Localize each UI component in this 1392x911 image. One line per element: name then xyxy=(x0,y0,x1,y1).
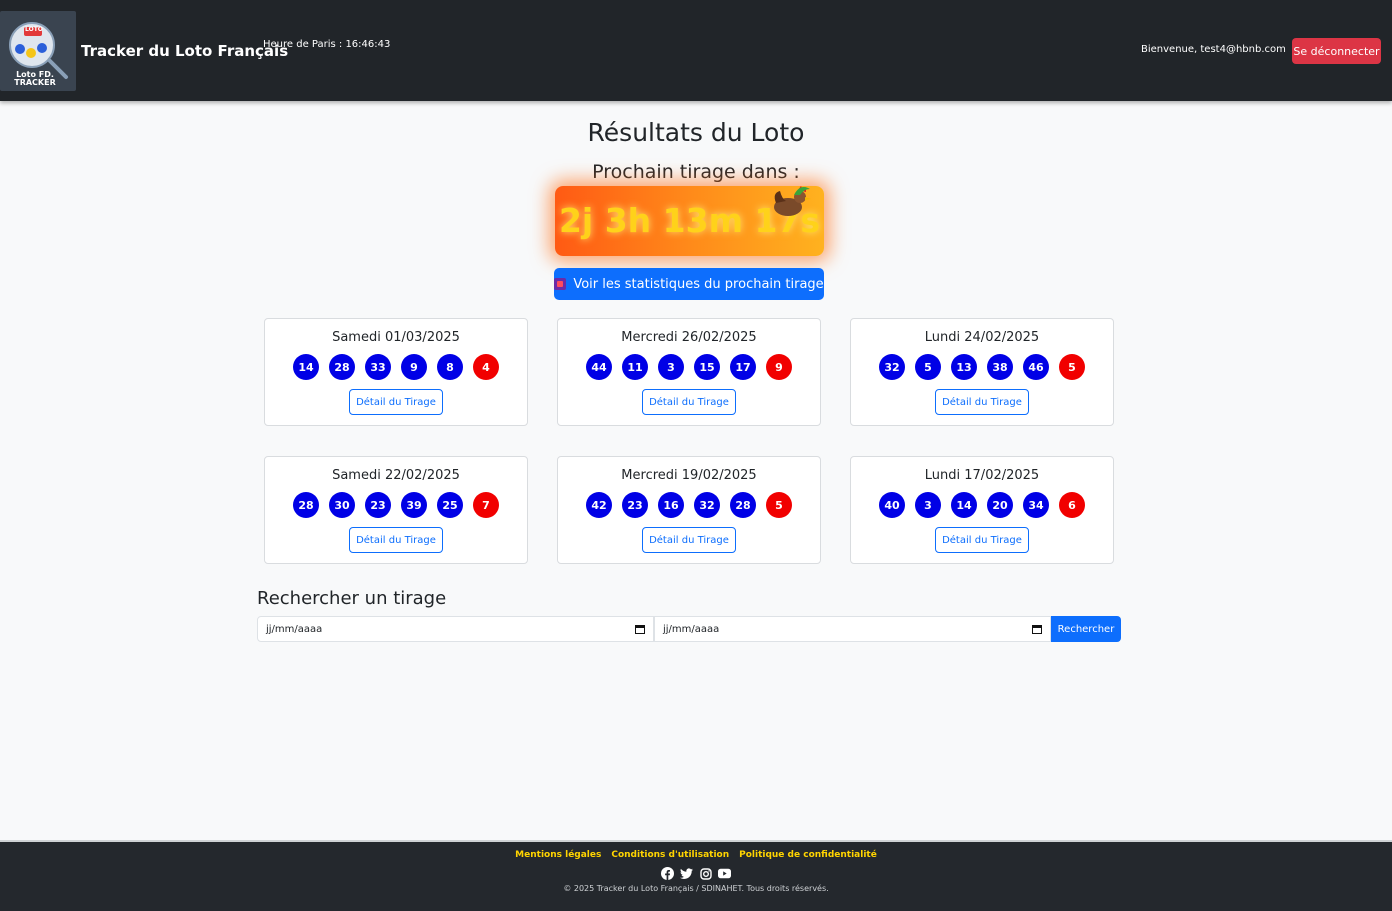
number-ball: 3 xyxy=(915,492,941,518)
number-ball: 28 xyxy=(329,354,355,380)
number-ball: 30 xyxy=(329,492,355,518)
calendar-icon[interactable] xyxy=(635,624,645,634)
footer-links: Mentions légales Conditions d'utilisatio… xyxy=(0,850,1392,860)
end-date-input[interactable]: jj/mm/aaaa xyxy=(654,616,1051,642)
number-ball: 39 xyxy=(401,492,427,518)
logo-text: LOTO xyxy=(25,26,43,33)
paris-clock: Heure de Paris : 16:46:43 xyxy=(263,39,391,50)
chance-ball: 5 xyxy=(1059,354,1085,380)
chance-ball: 5 xyxy=(766,492,792,518)
draw-detail-button[interactable]: Détail du Tirage xyxy=(642,527,736,553)
number-ball: 34 xyxy=(1023,492,1049,518)
draw-balls: 28 30 23 39 25 7 xyxy=(265,492,527,518)
number-ball: 44 xyxy=(586,354,612,380)
rooster-icon xyxy=(774,186,811,216)
number-ball: 14 xyxy=(951,492,977,518)
draw-card: Lundi 17/02/2025 40 3 14 20 34 6 Détail … xyxy=(850,456,1114,564)
end-date-placeholder: jj/mm/aaaa xyxy=(663,623,720,635)
draw-detail-button[interactable]: Détail du Tirage xyxy=(642,389,736,415)
number-ball: 5 xyxy=(915,354,941,380)
number-ball: 40 xyxy=(879,492,905,518)
draw-date: Mercredi 26/02/2025 xyxy=(621,330,757,345)
draw-detail-button[interactable]: Détail du Tirage xyxy=(935,389,1029,415)
number-ball: 46 xyxy=(1023,354,1049,380)
countdown-heading: Prochain tirage dans : xyxy=(592,161,800,183)
number-ball: 28 xyxy=(730,492,756,518)
number-ball: 15 xyxy=(694,354,720,380)
draw-balls: 44 11 3 15 17 9 xyxy=(558,354,820,380)
instagram-icon[interactable] xyxy=(699,867,712,880)
number-ball: 16 xyxy=(658,492,684,518)
privacy-link[interactable]: Politique de confidentialité xyxy=(739,850,877,860)
logo-subtext: Loto FD. TRACKER xyxy=(14,70,56,87)
youtube-icon[interactable] xyxy=(718,867,731,880)
draw-card: Samedi 01/03/2025 14 28 33 9 8 4 Détail … xyxy=(264,318,528,426)
number-ball: 25 xyxy=(437,492,463,518)
chart-icon xyxy=(554,278,567,290)
number-ball: 13 xyxy=(951,354,977,380)
welcome-message: Bienvenue, test4@hbnb.com xyxy=(1141,44,1286,55)
draw-date: Samedi 22/02/2025 xyxy=(332,468,460,483)
chance-ball: 6 xyxy=(1059,492,1085,518)
draw-balls: 14 28 33 9 8 4 xyxy=(265,354,527,380)
footer: Mentions légales Conditions d'utilisatio… xyxy=(0,840,1392,911)
draw-balls: 40 3 14 20 34 6 xyxy=(851,492,1113,518)
start-date-input[interactable]: jj/mm/aaaa xyxy=(257,616,654,642)
draw-detail-button[interactable]: Détail du Tirage xyxy=(349,389,443,415)
draw-date: Lundi 17/02/2025 xyxy=(924,468,1040,483)
start-date-placeholder: jj/mm/aaaa xyxy=(266,623,323,635)
draw-date: Lundi 24/02/2025 xyxy=(924,330,1040,345)
number-ball: 32 xyxy=(879,354,905,380)
draw-detail-button[interactable]: Détail du Tirage xyxy=(935,527,1029,553)
social-links xyxy=(0,867,1392,880)
number-ball: 42 xyxy=(586,492,612,518)
number-ball: 28 xyxy=(293,492,319,518)
number-ball: 20 xyxy=(987,492,1013,518)
draw-date: Mercredi 19/02/2025 xyxy=(621,468,757,483)
number-ball: 23 xyxy=(365,492,391,518)
calendar-icon[interactable] xyxy=(1032,624,1042,634)
number-ball: 23 xyxy=(622,492,648,518)
twitter-icon[interactable] xyxy=(680,867,693,880)
search-heading: Rechercher un tirage xyxy=(257,588,447,609)
next-draw-stats-button[interactable]: Voir les statistiques du prochain tirage xyxy=(554,268,824,300)
draw-detail-button[interactable]: Détail du Tirage xyxy=(349,527,443,553)
chance-ball: 7 xyxy=(473,492,499,518)
draw-card: Mercredi 26/02/2025 44 11 3 15 17 9 Déta… xyxy=(557,318,821,426)
copyright: © 2025 Tracker du Loto Français / SDINAH… xyxy=(563,884,829,893)
site-brand[interactable]: Tracker du Loto Français xyxy=(81,42,288,60)
draw-card: Mercredi 19/02/2025 42 23 16 32 28 5 Dét… xyxy=(557,456,821,564)
number-ball: 17 xyxy=(730,354,756,380)
number-ball: 9 xyxy=(401,354,427,380)
number-ball: 11 xyxy=(622,354,648,380)
next-draw-stats-label: Voir les statistiques du prochain tirage xyxy=(573,276,824,292)
draw-balls: 32 5 13 38 46 5 xyxy=(851,354,1113,380)
legal-notice-link[interactable]: Mentions légales xyxy=(515,850,601,860)
terms-link[interactable]: Conditions d'utilisation xyxy=(611,850,729,860)
number-ball: 8 xyxy=(437,354,463,380)
number-ball: 38 xyxy=(987,354,1013,380)
number-ball: 14 xyxy=(293,354,319,380)
draw-card: Lundi 24/02/2025 32 5 13 38 46 5 Détail … xyxy=(850,318,1114,426)
top-navbar: LOTO Loto FD. TRACKER Tracker du Loto Fr… xyxy=(0,0,1392,101)
logo[interactable]: LOTO Loto FD. TRACKER xyxy=(0,11,76,91)
draw-date: Samedi 01/03/2025 xyxy=(332,330,460,345)
page-title: Résultats du Loto xyxy=(587,118,805,147)
logout-button[interactable]: Se déconnecter xyxy=(1292,38,1381,64)
number-ball: 3 xyxy=(658,354,684,380)
chance-ball: 9 xyxy=(766,354,792,380)
chance-ball: 4 xyxy=(473,354,499,380)
search-button[interactable]: Rechercher xyxy=(1051,616,1121,642)
number-ball: 32 xyxy=(694,492,720,518)
draw-card: Samedi 22/02/2025 28 30 23 39 25 7 Détai… xyxy=(264,456,528,564)
facebook-icon[interactable] xyxy=(661,867,674,880)
number-ball: 33 xyxy=(365,354,391,380)
draw-balls: 42 23 16 32 28 5 xyxy=(558,492,820,518)
